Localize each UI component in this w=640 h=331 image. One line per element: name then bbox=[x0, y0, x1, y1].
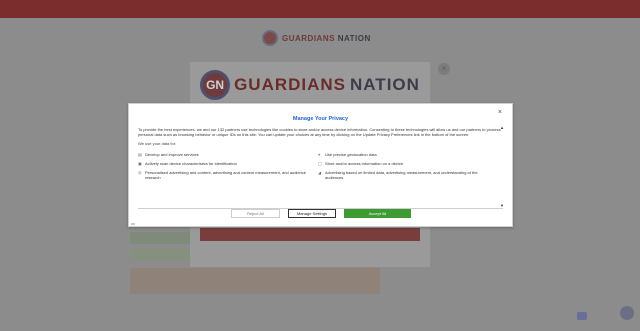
dialog-body: To provide the best experiences, we and … bbox=[138, 127, 503, 207]
side-block bbox=[130, 232, 190, 244]
purpose-item: ◎ Personalised advertising and content, … bbox=[138, 170, 310, 180]
side-block bbox=[130, 248, 190, 260]
manage-settings-button[interactable]: Manage Settings bbox=[288, 209, 336, 218]
purpose-label: Use precise geolocation data bbox=[325, 152, 377, 157]
device-icon: ▢ bbox=[318, 160, 322, 166]
purpose-item: ▣ Actively scan device characteristics f… bbox=[138, 161, 310, 166]
promo-logo: GN GUARDIANS NATION bbox=[190, 70, 430, 100]
purpose-item: ▢ Store and/or access information on a d… bbox=[318, 161, 490, 166]
dialog-title: Manage Your Privacy bbox=[292, 116, 349, 122]
top-bar bbox=[0, 0, 640, 18]
site-logo[interactable]: GUARDIANS NATION bbox=[262, 28, 371, 48]
site-logo-mark bbox=[262, 30, 278, 46]
target-icon: ◎ bbox=[138, 169, 142, 175]
reject-all-button[interactable]: Reject All bbox=[231, 209, 280, 218]
consent-logo-icon[interactable]: ▭ bbox=[131, 221, 135, 226]
scan-icon: ▣ bbox=[138, 160, 142, 166]
purpose-label: Develop and improve services bbox=[145, 152, 199, 157]
dialog-scrollbar[interactable]: ▲ ▼ bbox=[500, 126, 504, 208]
privacy-consent-dialog: × Manage Your Privacy To provide the bes… bbox=[128, 103, 513, 227]
bottom-panel bbox=[130, 268, 380, 294]
chat-avatar-icon[interactable] bbox=[620, 306, 634, 320]
purpose-label: Personalised advertising and content, ad… bbox=[145, 170, 306, 180]
close-icon[interactable]: × bbox=[498, 109, 502, 116]
megaphone-icon: ◢ bbox=[318, 169, 322, 175]
promo-logo-mark: GN bbox=[200, 70, 231, 100]
recaptcha-badge[interactable] bbox=[577, 312, 587, 320]
accept-all-button[interactable]: Accept All bbox=[344, 209, 411, 218]
purpose-label: Store and/or access information on a dev… bbox=[325, 161, 404, 166]
purpose-item: ◢ Advertising based on limited data, adv… bbox=[318, 170, 490, 180]
site-logo-brand-left: GUARDIANS bbox=[282, 33, 335, 43]
promo-logo-brand-left: GUARDIANS bbox=[234, 75, 347, 94]
purpose-label: Advertising based on limited data, adver… bbox=[325, 170, 478, 180]
purpose-item: ▤ Develop and improve services bbox=[138, 152, 310, 157]
promo-close-button[interactable]: × bbox=[438, 63, 450, 75]
purpose-list: ▤ Develop and improve services ⌖ Use pre… bbox=[138, 152, 503, 180]
chart-icon: ▤ bbox=[138, 151, 142, 157]
scroll-up-icon[interactable]: ▲ bbox=[500, 126, 504, 130]
promo-logo-brand-right: NATION bbox=[350, 75, 420, 94]
site-logo-brand-right: NATION bbox=[337, 33, 371, 43]
purpose-label: Actively scan device characteristics for… bbox=[145, 161, 237, 166]
purpose-item: ⌖ Use precise geolocation data bbox=[318, 152, 490, 157]
data-usage-heading: We use your data for: bbox=[138, 141, 177, 146]
location-pin-icon: ⌖ bbox=[318, 151, 321, 157]
promo-cta-button[interactable] bbox=[200, 228, 420, 241]
consent-intro-text: To provide the best experiences, we and … bbox=[138, 127, 501, 137]
